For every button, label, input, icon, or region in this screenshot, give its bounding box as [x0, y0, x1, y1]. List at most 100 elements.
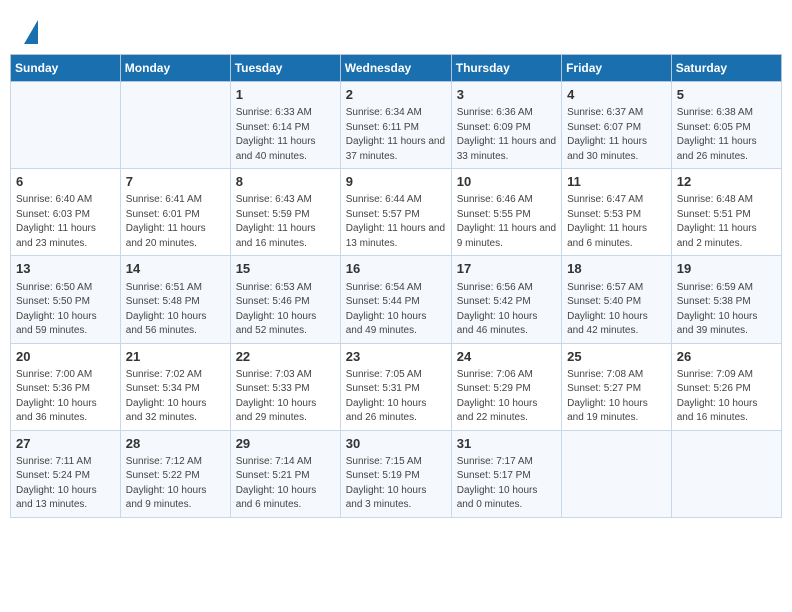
cell-content: Sunrise: 6:47 AM Sunset: 5:53 PM Dayligh… [567, 193, 666, 251]
cell-content: Sunrise: 7:00 AM Sunset: 5:36 PM Dayligh… [16, 368, 115, 426]
cell-content: Sunrise: 6:44 AM Sunset: 5:57 PM Dayligh… [346, 193, 446, 251]
week-row-5: 27 Sunrise: 7:11 AM Sunset: 5:24 PM Dayli… [11, 430, 782, 517]
cell-content: Sunrise: 7:06 AM Sunset: 5:29 PM Dayligh… [457, 368, 556, 426]
day-number: 21 [126, 348, 225, 366]
cell-content: Sunrise: 6:41 AM Sunset: 6:01 PM Dayligh… [126, 193, 225, 251]
day-number: 5 [677, 86, 776, 104]
day-number: 31 [457, 435, 556, 453]
calendar-wrap: SundayMondayTuesdayWednesdayThursdayFrid… [0, 54, 792, 528]
day-number: 11 [567, 173, 666, 191]
cell-content: Sunrise: 6:34 AM Sunset: 6:11 PM Dayligh… [346, 106, 446, 164]
calendar-cell: 6 Sunrise: 6:40 AM Sunset: 6:03 PM Daylig… [11, 169, 121, 256]
cell-content: Sunrise: 6:54 AM Sunset: 5:44 PM Dayligh… [346, 281, 446, 339]
calendar-cell: 27 Sunrise: 7:11 AM Sunset: 5:24 PM Dayli… [11, 430, 121, 517]
cell-content: Sunrise: 6:48 AM Sunset: 5:51 PM Dayligh… [677, 193, 776, 251]
calendar-cell: 1 Sunrise: 6:33 AM Sunset: 6:14 PM Daylig… [230, 82, 340, 169]
calendar-cell: 10 Sunrise: 6:46 AM Sunset: 5:55 PM Dayli… [451, 169, 561, 256]
calendar-cell: 7 Sunrise: 6:41 AM Sunset: 6:01 PM Daylig… [120, 169, 230, 256]
header-day-saturday: Saturday [671, 55, 781, 82]
cell-content: Sunrise: 7:12 AM Sunset: 5:22 PM Dayligh… [126, 455, 225, 513]
day-number: 6 [16, 173, 115, 191]
calendar-table: SundayMondayTuesdayWednesdayThursdayFrid… [10, 54, 782, 518]
calendar-cell: 25Sunrise: 7:08 AM Sunset: 5:27 PM Dayli… [562, 343, 672, 430]
calendar-cell: 8Sunrise: 6:43 AM Sunset: 5:59 PM Daylig… [230, 169, 340, 256]
calendar-cell: 12 Sunrise: 6:48 AM Sunset: 5:51 PM Dayli… [671, 169, 781, 256]
calendar-header: SundayMondayTuesdayWednesdayThursdayFrid… [11, 55, 782, 82]
calendar-cell: 11 Sunrise: 6:47 AM Sunset: 5:53 PM Dayli… [562, 169, 672, 256]
day-number: 4 [567, 86, 666, 104]
day-number: 27 [16, 435, 115, 453]
calendar-cell: 23Sunrise: 7:05 AM Sunset: 5:31 PM Dayli… [340, 343, 451, 430]
calendar-cell: 20 Sunrise: 7:00 AM Sunset: 5:36 PM Dayli… [11, 343, 121, 430]
day-number: 7 [126, 173, 225, 191]
cell-content: Sunrise: 6:40 AM Sunset: 6:03 PM Dayligh… [16, 193, 115, 251]
calendar-cell: 14 Sunrise: 6:51 AM Sunset: 5:48 PM Dayli… [120, 256, 230, 343]
cell-content: Sunrise: 6:56 AM Sunset: 5:42 PM Dayligh… [457, 281, 556, 339]
week-row-3: 13 Sunrise: 6:50 AM Sunset: 5:50 PM Dayli… [11, 256, 782, 343]
day-number: 15 [236, 260, 335, 278]
calendar-cell: 16 Sunrise: 6:54 AM Sunset: 5:44 PM Dayli… [340, 256, 451, 343]
calendar-cell: 4Sunrise: 6:37 AM Sunset: 6:07 PM Daylig… [562, 82, 672, 169]
cell-content: Sunrise: 7:15 AM Sunset: 5:19 PM Dayligh… [346, 455, 446, 513]
calendar-cell: 24 Sunrise: 7:06 AM Sunset: 5:29 PM Dayli… [451, 343, 561, 430]
calendar-cell: 31Sunrise: 7:17 AM Sunset: 5:17 PM Dayli… [451, 430, 561, 517]
day-number: 10 [457, 173, 556, 191]
header-day-wednesday: Wednesday [340, 55, 451, 82]
day-number: 9 [346, 173, 446, 191]
day-number: 2 [346, 86, 446, 104]
day-number: 17 [457, 260, 556, 278]
day-number: 29 [236, 435, 335, 453]
calendar-cell: 15Sunrise: 6:53 AM Sunset: 5:46 PM Dayli… [230, 256, 340, 343]
calendar-cell: 26 Sunrise: 7:09 AM Sunset: 5:26 PM Dayli… [671, 343, 781, 430]
day-number: 28 [126, 435, 225, 453]
calendar-cell: 5 Sunrise: 6:38 AM Sunset: 6:05 PM Daylig… [671, 82, 781, 169]
page: SundayMondayTuesdayWednesdayThursdayFrid… [0, 0, 792, 528]
cell-content: Sunrise: 7:09 AM Sunset: 5:26 PM Dayligh… [677, 368, 776, 426]
calendar-cell: 30 Sunrise: 7:15 AM Sunset: 5:19 PM Dayli… [340, 430, 451, 517]
week-row-1: 1 Sunrise: 6:33 AM Sunset: 6:14 PM Daylig… [11, 82, 782, 169]
logo-triangle-icon [24, 20, 38, 44]
day-number: 23 [346, 348, 446, 366]
calendar-cell: 17 Sunrise: 6:56 AM Sunset: 5:42 PM Dayli… [451, 256, 561, 343]
header-day-sunday: Sunday [11, 55, 121, 82]
calendar-cell: 2 Sunrise: 6:34 AM Sunset: 6:11 PM Daylig… [340, 82, 451, 169]
cell-content: Sunrise: 6:50 AM Sunset: 5:50 PM Dayligh… [16, 281, 115, 339]
header-day-tuesday: Tuesday [230, 55, 340, 82]
day-number: 18 [567, 260, 666, 278]
day-number: 24 [457, 348, 556, 366]
day-number: 20 [16, 348, 115, 366]
header-row: SundayMondayTuesdayWednesdayThursdayFrid… [11, 55, 782, 82]
cell-content: Sunrise: 6:51 AM Sunset: 5:48 PM Dayligh… [126, 281, 225, 339]
calendar-cell: 18 Sunrise: 6:57 AM Sunset: 5:40 PM Dayli… [562, 256, 672, 343]
cell-content: Sunrise: 6:38 AM Sunset: 6:05 PM Dayligh… [677, 106, 776, 164]
day-number: 25 [567, 348, 666, 366]
calendar-cell: 19Sunrise: 6:59 AM Sunset: 5:38 PM Dayli… [671, 256, 781, 343]
cell-content: Sunrise: 6:57 AM Sunset: 5:40 PM Dayligh… [567, 281, 666, 339]
day-number: 26 [677, 348, 776, 366]
day-number: 22 [236, 348, 335, 366]
header-day-thursday: Thursday [451, 55, 561, 82]
cell-content: Sunrise: 7:11 AM Sunset: 5:24 PM Dayligh… [16, 455, 115, 513]
calendar-cell [671, 430, 781, 517]
calendar-cell: 22 Sunrise: 7:03 AM Sunset: 5:33 PM Dayli… [230, 343, 340, 430]
day-number: 14 [126, 260, 225, 278]
day-number: 12 [677, 173, 776, 191]
calendar-cell: 9 Sunrise: 6:44 AM Sunset: 5:57 PM Daylig… [340, 169, 451, 256]
logo [20, 18, 38, 44]
calendar-body: 1 Sunrise: 6:33 AM Sunset: 6:14 PM Daylig… [11, 82, 782, 518]
calendar-cell: 21Sunrise: 7:02 AM Sunset: 5:34 PM Dayli… [120, 343, 230, 430]
week-row-4: 20 Sunrise: 7:00 AM Sunset: 5:36 PM Dayli… [11, 343, 782, 430]
header-day-monday: Monday [120, 55, 230, 82]
day-number: 1 [236, 86, 335, 104]
header-day-friday: Friday [562, 55, 672, 82]
calendar-cell: 29 Sunrise: 7:14 AM Sunset: 5:21 PM Dayli… [230, 430, 340, 517]
cell-content: Sunrise: 6:46 AM Sunset: 5:55 PM Dayligh… [457, 193, 556, 251]
day-number: 13 [16, 260, 115, 278]
cell-content: Sunrise: 6:59 AM Sunset: 5:38 PM Dayligh… [677, 281, 776, 339]
cell-content: Sunrise: 6:43 AM Sunset: 5:59 PM Dayligh… [236, 193, 335, 251]
cell-content: Sunrise: 7:14 AM Sunset: 5:21 PM Dayligh… [236, 455, 335, 513]
cell-content: Sunrise: 7:03 AM Sunset: 5:33 PM Dayligh… [236, 368, 335, 426]
day-number: 16 [346, 260, 446, 278]
cell-content: Sunrise: 6:33 AM Sunset: 6:14 PM Dayligh… [236, 106, 335, 164]
day-number: 30 [346, 435, 446, 453]
